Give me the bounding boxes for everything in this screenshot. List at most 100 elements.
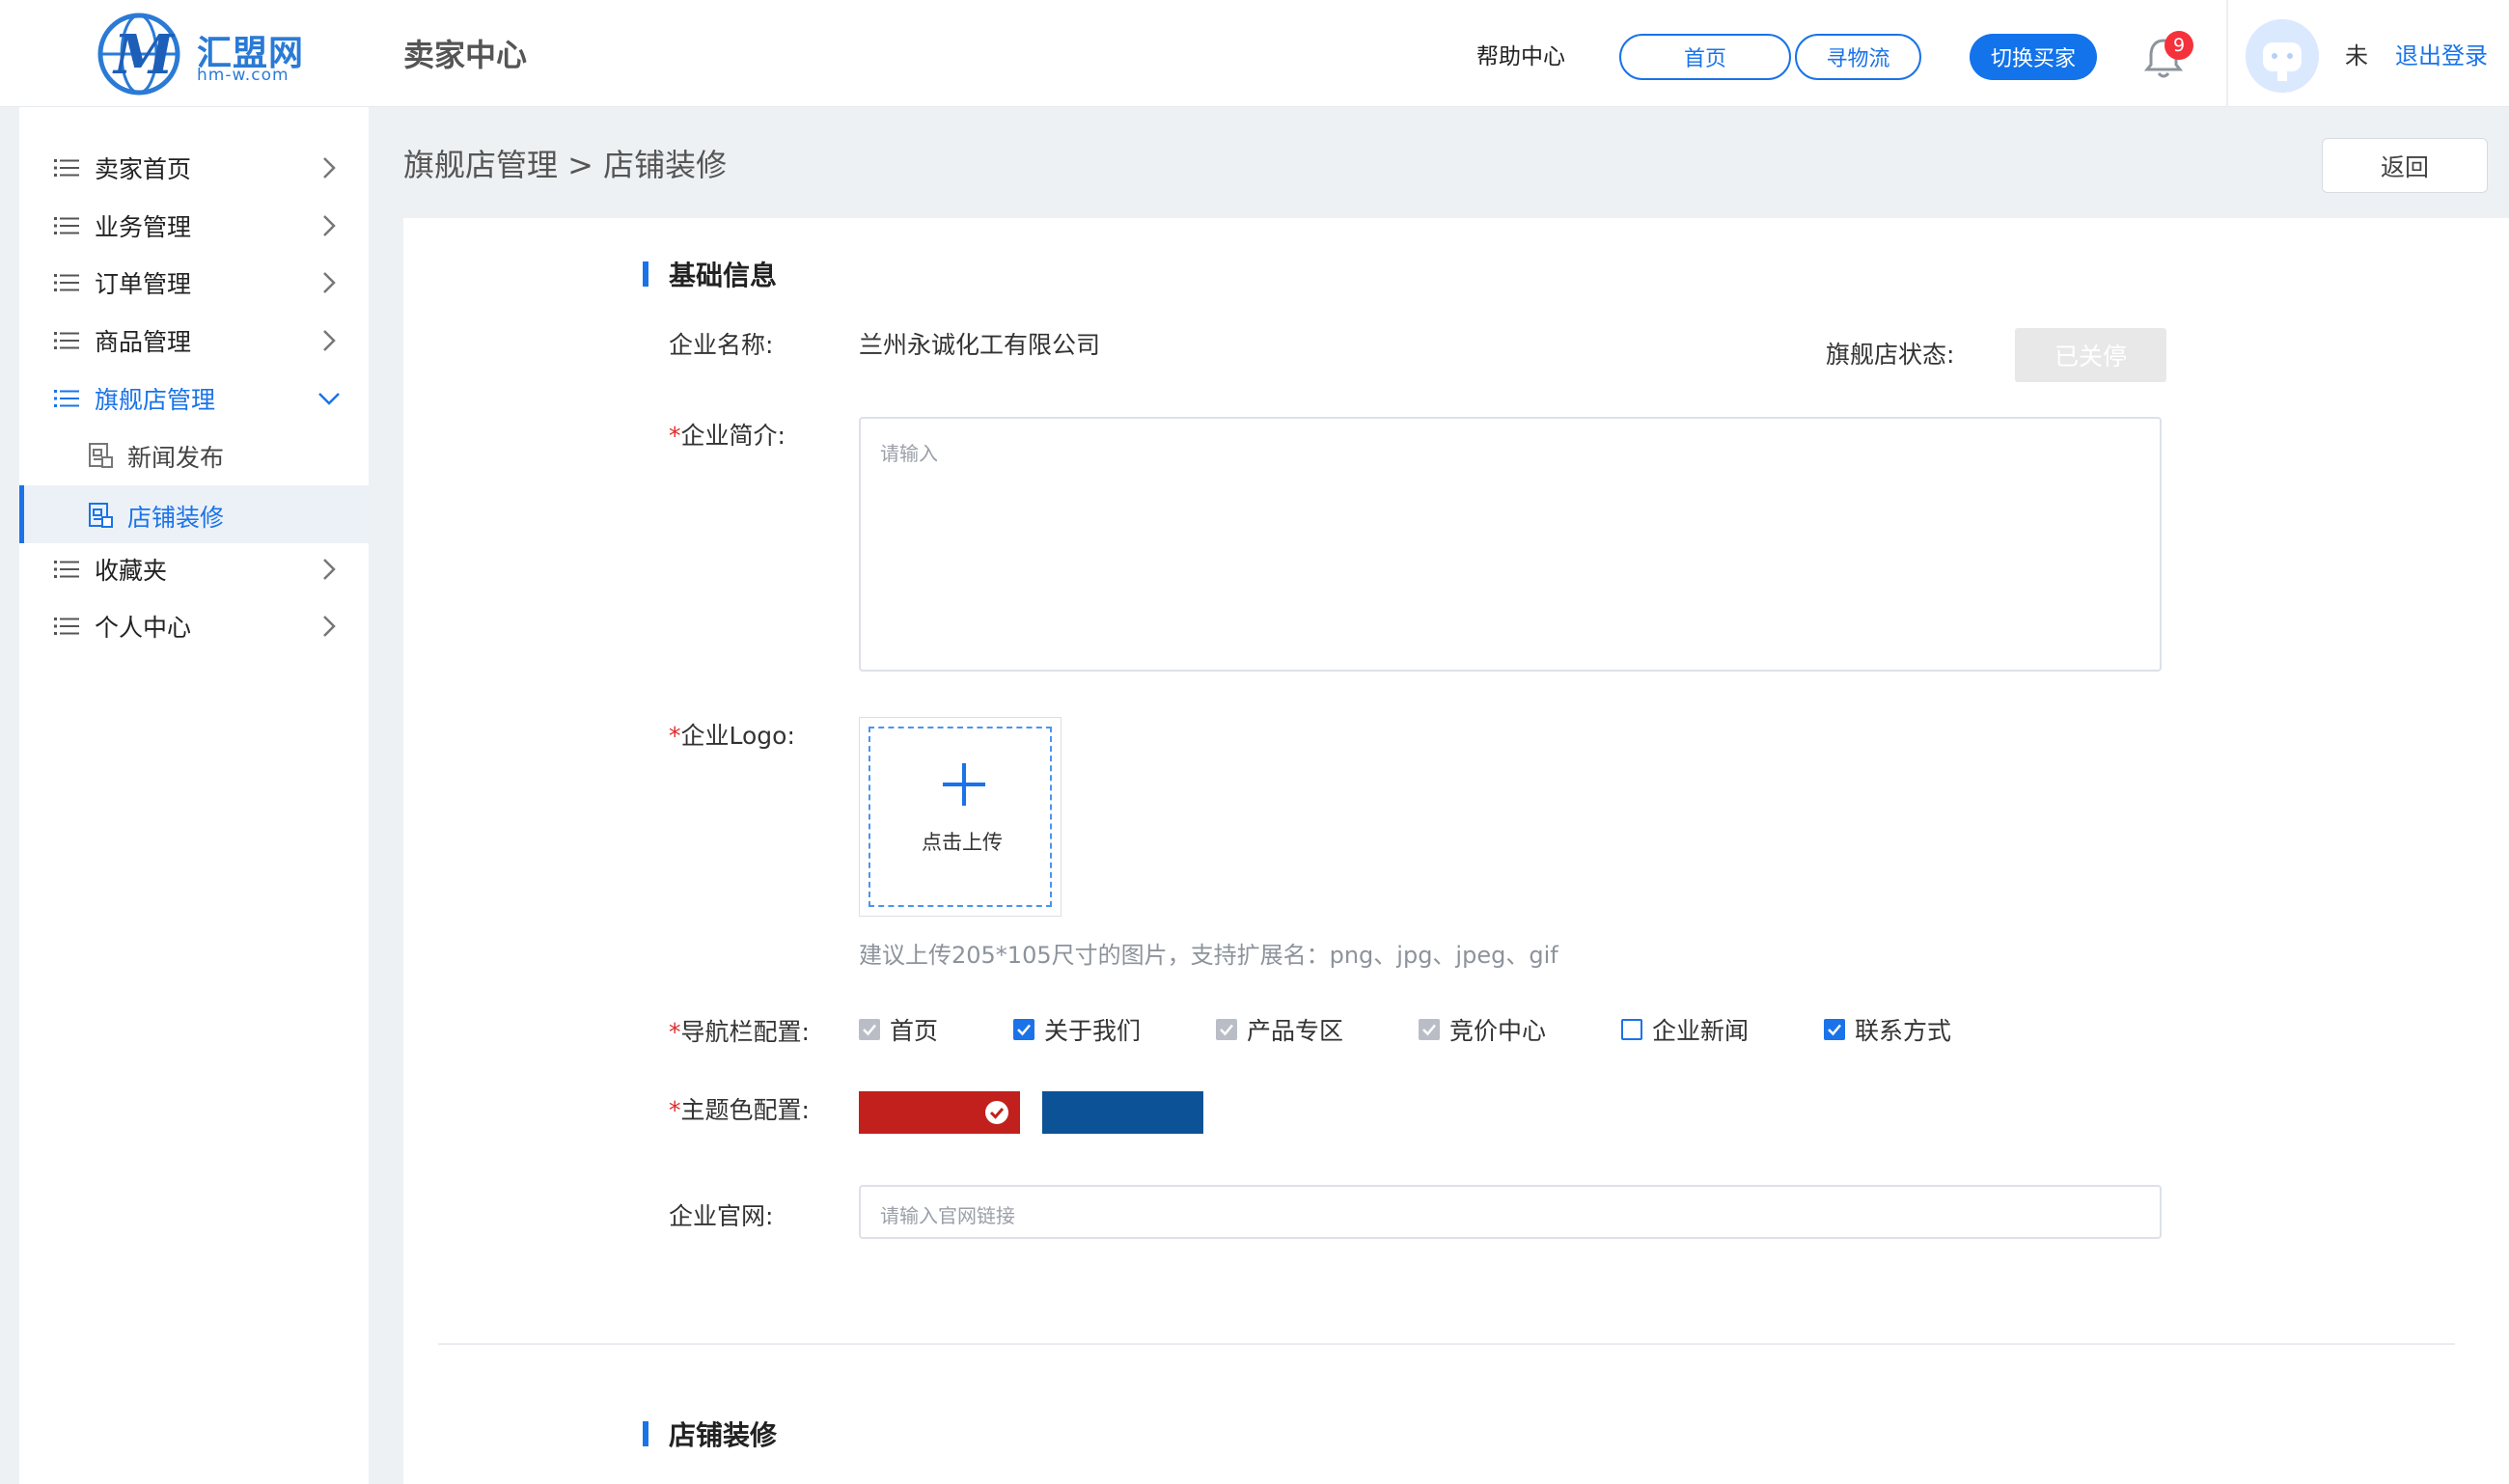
check-icon <box>1220 1024 1233 1036</box>
nav-option-label: 联系方式 <box>1855 1017 1952 1045</box>
list-icon <box>54 217 79 234</box>
nav-option-label: 企业新闻 <box>1652 1017 1750 1045</box>
nav-option-bidding[interactable]: 竞价中心 <box>1419 1013 1546 1046</box>
nav-option-label: 产品专区 <box>1247 1017 1344 1045</box>
sidebar-item-label: 商品管理 <box>95 328 192 356</box>
sidebar-item-personal-center[interactable]: 个人中心 <box>19 598 369 654</box>
section-divider <box>438 1343 2455 1345</box>
switch-to-buyer-button[interactable]: 切换买家 <box>1970 34 2097 80</box>
help-center-link[interactable]: 帮助中心 <box>1476 38 1565 70</box>
nav-option-contact[interactable]: 联系方式 <box>1824 1013 1951 1046</box>
logo-globe-icon: M <box>97 13 180 96</box>
sidebar-item-orders[interactable]: 订单管理 <box>19 255 369 311</box>
intro-label: *企业简介: <box>669 417 786 452</box>
user-name: 未 <box>2345 42 2368 69</box>
chevron-right-icon <box>323 330 336 351</box>
sidebar-item-business[interactable]: 业务管理 <box>19 198 369 254</box>
section-accent-bar <box>643 261 648 287</box>
sidebar-item-seller-home[interactable]: 卖家首页 <box>19 140 369 196</box>
intro-label-text: 企业简介: <box>680 422 786 450</box>
logo-upload-box[interactable]: 点击上传 <box>859 717 1062 917</box>
plus-icon <box>943 763 985 806</box>
document-edit-icon <box>89 503 113 528</box>
sidebar-item-favorites[interactable]: 收藏夹 <box>19 541 369 597</box>
upload-hint: 建议上传205*105尺寸的图片，支持扩展名：png、jpg、jpeg、gif <box>859 942 1558 969</box>
checkbox-checked-disabled[interactable] <box>1216 1019 1237 1040</box>
checkbox-checked[interactable] <box>1824 1019 1845 1040</box>
checkbox-checked-disabled[interactable] <box>1419 1019 1440 1040</box>
store-status-label: 旗舰店状态: <box>1826 341 1955 369</box>
nav-config-label: *导航栏配置: <box>669 1013 810 1048</box>
upload-dropzone[interactable]: 点击上传 <box>868 727 1052 907</box>
checkbox-checked-disabled[interactable] <box>859 1019 880 1040</box>
sidebar-item-label: 个人中心 <box>95 614 192 642</box>
nav-option-label: 竞价中心 <box>1449 1017 1547 1045</box>
check-icon <box>1422 1024 1436 1036</box>
find-logistics-button[interactable]: 寻物流 <box>1795 34 1921 80</box>
avatar[interactable] <box>2246 19 2319 93</box>
chevron-right-icon <box>323 616 336 637</box>
sidebar-subitem-news[interactable]: 新闻发布 <box>19 426 369 483</box>
sidebar-subitem-store-decoration[interactable]: 店铺装修 <box>19 485 369 543</box>
list-icon <box>54 390 79 407</box>
required-mark: * <box>669 1018 681 1046</box>
sidebar-item-flagship-store[interactable]: 旗舰店管理 <box>19 371 369 426</box>
section-title-basic-info: 基础信息 <box>669 260 778 291</box>
chevron-right-icon <box>323 272 336 293</box>
section-title-store-decoration: 店铺装修 <box>669 1419 778 1451</box>
site-logo[interactable]: M 汇盟网 hm-w.com <box>93 10 324 101</box>
robot-avatar-icon <box>2246 19 2319 93</box>
nav-option-products[interactable]: 产品专区 <box>1216 1013 1343 1046</box>
chevron-right-icon <box>323 157 336 179</box>
sidebar-item-products[interactable]: 商品管理 <box>19 313 369 369</box>
nav-option-about-us[interactable]: 关于我们 <box>1013 1013 1141 1046</box>
upload-label: 点击上传 <box>922 831 1003 854</box>
website-label: 企业官网: <box>669 1202 774 1230</box>
sidebar: 卖家首页 业务管理 订单管理 商品管理 旗舰店管理 新闻发布 店铺装修 收藏夹 … <box>19 107 369 1484</box>
check-icon <box>863 1024 876 1036</box>
section-accent-bar <box>643 1421 648 1446</box>
home-button[interactable]: 首页 <box>1619 34 1791 80</box>
content-panel: 基础信息 企业名称: 兰州永诚化工有限公司 旗舰店状态: 已关停 *企业简介: … <box>403 218 2509 1484</box>
sidebar-item-label: 卖家首页 <box>95 155 192 183</box>
company-name-value: 兰州永诚化工有限公司 <box>859 331 1101 359</box>
chevron-down-icon <box>318 393 340 405</box>
top-header: M 汇盟网 hm-w.com 卖家中心 帮助中心 首页 寻物流 切换买家 9 未… <box>0 0 2509 107</box>
nav-option-label: 关于我们 <box>1044 1017 1142 1045</box>
svg-text:M: M <box>112 23 176 87</box>
theme-swatch-blue[interactable] <box>1042 1091 1203 1134</box>
list-icon <box>54 332 79 349</box>
chevron-right-icon <box>323 215 336 236</box>
logout-link[interactable]: 退出登录 <box>2395 37 2488 70</box>
check-icon <box>1828 1024 1841 1036</box>
page-title: 卖家中心 <box>403 37 528 73</box>
required-mark: * <box>669 722 681 750</box>
logo-label: *企业Logo: <box>669 717 795 752</box>
store-status-badge[interactable]: 已关停 <box>2015 328 2166 382</box>
sidebar-subitem-label: 新闻发布 <box>127 444 225 472</box>
nav-option-home[interactable]: 首页 <box>859 1013 938 1046</box>
list-icon <box>54 159 79 177</box>
chevron-right-icon <box>323 559 336 580</box>
list-icon <box>54 274 79 291</box>
document-icon <box>89 443 113 468</box>
theme-color-label: *主题色配置: <box>669 1091 810 1126</box>
theme-swatch-red[interactable] <box>859 1091 1020 1134</box>
selected-check-icon <box>985 1101 1008 1124</box>
checkbox-checked[interactable] <box>1013 1019 1034 1040</box>
list-icon <box>54 561 79 578</box>
list-icon <box>54 618 79 635</box>
intro-textarea[interactable]: 请输入 <box>859 417 2162 672</box>
back-button[interactable]: 返回 <box>2322 138 2488 193</box>
checkbox-unchecked[interactable] <box>1621 1019 1642 1040</box>
required-mark: * <box>669 422 681 450</box>
notification-badge: 9 <box>2164 31 2193 60</box>
theme-color-label-text: 主题色配置: <box>680 1096 810 1124</box>
check-icon <box>1017 1024 1031 1036</box>
sidebar-item-label: 旗舰店管理 <box>95 386 216 414</box>
website-input[interactable]: 请输入官网链接 <box>859 1185 2162 1239</box>
logo-label-text: 企业Logo: <box>680 722 795 750</box>
required-mark: * <box>669 1096 681 1124</box>
nav-option-news[interactable]: 企业新闻 <box>1621 1013 1749 1046</box>
company-name-label: 企业名称: <box>669 331 774 359</box>
